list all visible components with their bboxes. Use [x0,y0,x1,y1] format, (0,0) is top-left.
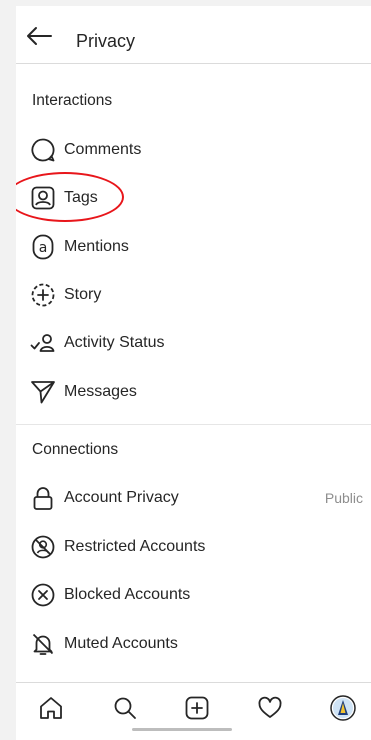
comment-icon [30,137,56,163]
section-divider [16,424,371,425]
restricted-icon [30,534,56,560]
connections-section-title: Connections [32,441,119,458]
mentions-label: Mentions [64,238,129,255]
story-label: Story [64,286,102,303]
blocked-icon [30,582,56,608]
blocked-accounts-label: Blocked Accounts [64,586,191,603]
account-privacy-row[interactable]: Account Privacy Public [16,476,371,520]
blocked-accounts-row[interactable]: Blocked Accounts [16,573,371,617]
mentions-row[interactable]: a Mentions [16,225,371,269]
search-icon[interactable] [112,695,138,721]
muted-accounts-label: Muted Accounts [64,635,178,652]
activity-heart-icon[interactable] [257,695,283,721]
privacy-screen: Privacy Interactions Comments Tags a Men… [16,6,371,740]
account-privacy-label: Account Privacy [64,489,179,506]
profile-avatar[interactable] [330,695,356,721]
messages-label: Messages [64,383,137,400]
at-sign-icon: a [30,234,56,260]
page-title: Privacy [76,31,136,51]
paper-plane-icon [30,379,56,405]
story-add-icon [30,282,56,308]
home-gesture-bar[interactable] [132,728,232,731]
svg-text:a: a [39,240,48,256]
home-icon[interactable] [38,695,64,721]
muted-bell-icon [30,631,56,657]
account-privacy-value: Public [324,490,363,506]
interactions-section-title: Interactions [32,92,113,109]
activity-status-label: Activity Status [64,334,165,351]
header: Privacy [16,6,371,64]
restricted-accounts-label: Restricted Accounts [64,538,206,555]
activity-status-row[interactable]: Activity Status [16,321,371,365]
activity-status-icon [30,330,56,356]
comments-row[interactable]: Comments [16,128,371,172]
back-arrow-icon[interactable] [26,26,52,46]
messages-row[interactable]: Messages [16,370,371,414]
bottom-tab-bar [16,682,371,732]
muted-accounts-row[interactable]: Muted Accounts [16,622,371,666]
story-row[interactable]: Story [16,273,371,317]
restricted-accounts-row[interactable]: Restricted Accounts [16,525,371,569]
new-post-icon[interactable] [184,695,210,721]
lock-icon [30,485,56,511]
comments-label: Comments [64,141,142,158]
